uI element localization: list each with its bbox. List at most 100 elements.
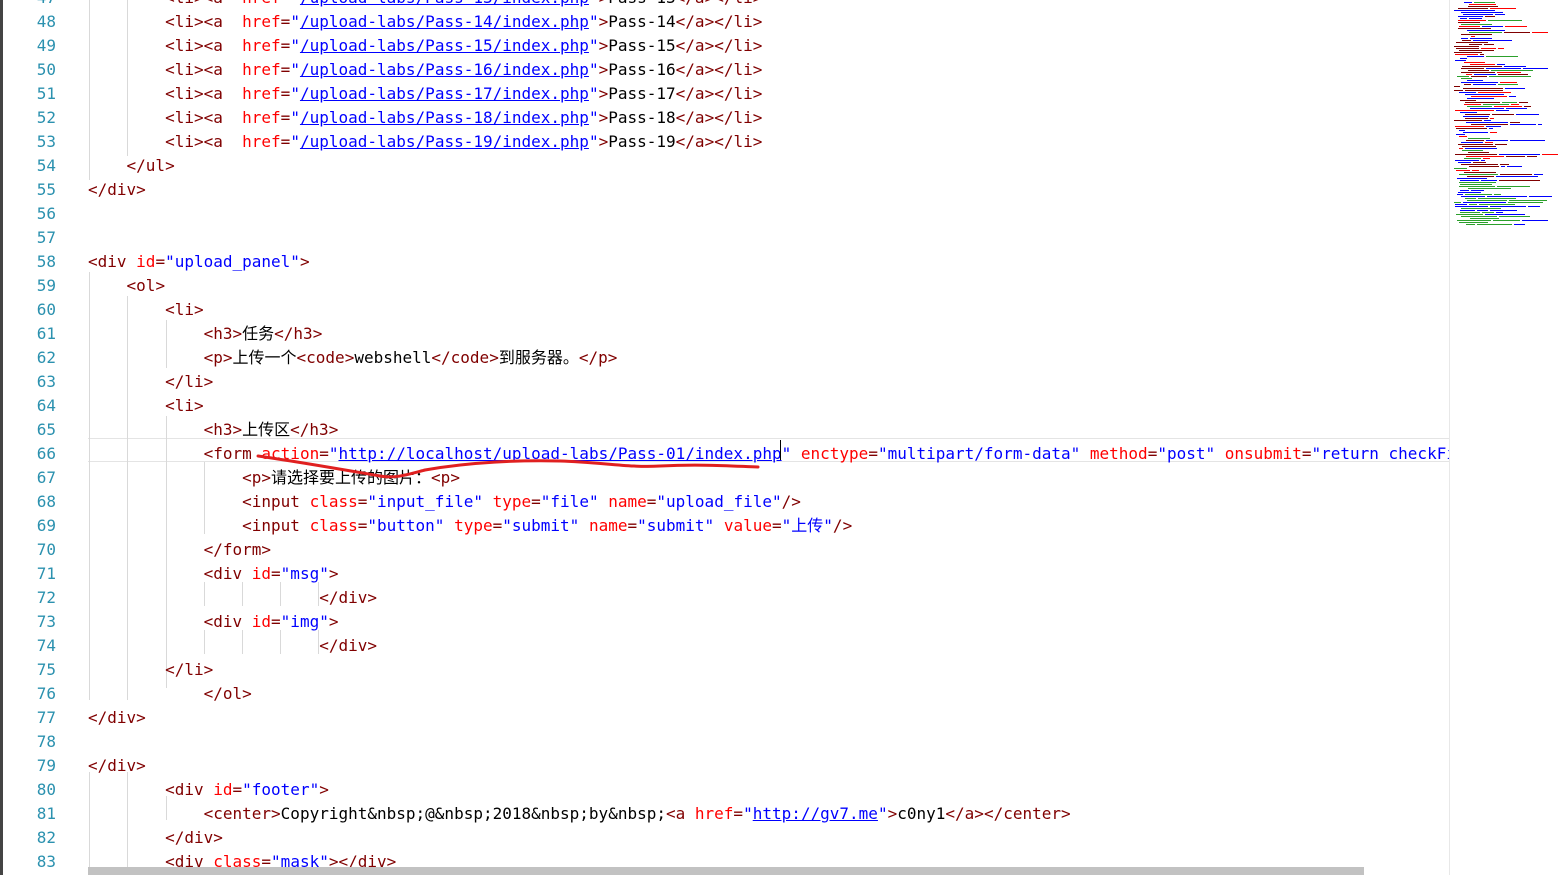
line-number: 78 xyxy=(36,732,56,751)
line-number: 60 xyxy=(36,300,56,319)
code-line[interactable]: 80 <div id="footer"> xyxy=(0,778,1449,802)
minimap-stroke xyxy=(1464,2,1472,3)
code-line[interactable]: 70 </form> xyxy=(0,538,1449,562)
code-line[interactable]: 54 </ul> xyxy=(0,154,1449,178)
code-line[interactable]: 63 </li> xyxy=(0,370,1449,394)
minimap-stroke xyxy=(1519,102,1528,103)
code-line[interactable]: 77 </div> xyxy=(0,706,1449,730)
minimap-stroke xyxy=(1501,166,1505,167)
code-text: <input class="button" type="submit" name… xyxy=(242,516,853,535)
minimap-stroke xyxy=(1462,150,1483,151)
minimap-stroke xyxy=(1493,220,1520,221)
code-line[interactable]: 53 <li><a href="/upload-labs/Pass-19/ind… xyxy=(0,130,1449,154)
minimap-stroke xyxy=(1463,202,1506,203)
code-line[interactable]: 69 <input class="button" type="submit" n… xyxy=(0,514,1449,538)
code-line[interactable]: 60 <li> xyxy=(0,298,1449,322)
minimap-stroke xyxy=(1490,206,1526,207)
horizontal-scrollbar[interactable] xyxy=(88,867,1364,875)
minimap-stroke xyxy=(1500,82,1517,83)
minimap-stroke xyxy=(1496,176,1538,177)
code-line[interactable]: 81 <center>Copyright&nbsp;@&nbsp;2018&nb… xyxy=(0,802,1449,826)
code-line[interactable]: 51 <li><a href="/upload-labs/Pass-17/ind… xyxy=(0,82,1449,106)
line-number: 82 xyxy=(36,828,56,847)
minimap-stroke xyxy=(1460,18,1467,19)
code-line[interactable]: 78 xyxy=(0,730,1449,754)
minimap-stroke xyxy=(1538,124,1542,125)
minimap-stroke xyxy=(1459,26,1480,27)
code-line[interactable]: 73 <div id="img"> xyxy=(0,610,1449,634)
minimap-stroke xyxy=(1471,190,1484,191)
line-number: 51 xyxy=(36,84,56,103)
minimap-stroke xyxy=(1457,76,1469,77)
code-text: </div> xyxy=(319,636,377,655)
minimap-stroke xyxy=(1461,216,1497,217)
minimap-stroke xyxy=(1528,206,1540,207)
minimap-stroke xyxy=(1497,72,1521,73)
minimap-stroke xyxy=(1497,64,1505,65)
minimap-stroke xyxy=(1489,128,1493,129)
minimap-stroke xyxy=(1461,68,1484,69)
code-line[interactable]: 56 xyxy=(0,202,1449,226)
code-line[interactable]: 65 <h3>上传区</h3> xyxy=(0,418,1449,442)
code-line[interactable]: 72 </div> xyxy=(0,586,1449,610)
code-text: </ol> xyxy=(203,684,252,703)
code-line[interactable]: 48 <li><a href="/upload-labs/Pass-14/ind… xyxy=(0,10,1449,34)
code-line[interactable]: 67 <p>请选择要上传的图片：<p> xyxy=(0,466,1449,490)
minimap-stroke xyxy=(1508,202,1543,203)
minimap-stroke xyxy=(1466,74,1472,75)
code-line[interactable]: 52 <li><a href="/upload-labs/Pass-18/ind… xyxy=(0,106,1449,130)
minimap-stroke xyxy=(1470,218,1499,219)
code-minimap[interactable] xyxy=(1449,0,1563,875)
code-line[interactable]: 74 </div> xyxy=(0,634,1449,658)
minimap-stroke xyxy=(1469,166,1499,167)
code-line[interactable]: 59 <ol> xyxy=(0,274,1449,298)
code-line[interactable]: 64 <li> xyxy=(0,394,1449,418)
minimap-stroke xyxy=(1523,68,1548,69)
line-number: 83 xyxy=(36,852,56,871)
code-line[interactable]: 62 <p>上传一个<code>webshell</code>到服务器。</p> xyxy=(0,346,1449,370)
line-number: 56 xyxy=(36,204,56,223)
minimap-stroke xyxy=(1480,54,1484,55)
code-text: </div> xyxy=(165,828,223,847)
code-editor[interactable]: 47 <li><a href="/upload-labs/Pass-13/ind… xyxy=(0,0,1449,875)
code-line[interactable]: 47 <li><a href="/upload-labs/Pass-13/ind… xyxy=(0,0,1449,10)
minimap-stroke xyxy=(1478,92,1511,93)
minimap-stroke xyxy=(1460,184,1492,185)
code-line[interactable]: 50 <li><a href="/upload-labs/Pass-16/ind… xyxy=(0,58,1449,82)
code-line[interactable]: 49 <li><a href="/upload-labs/Pass-15/ind… xyxy=(0,34,1449,58)
minimap-stroke xyxy=(1457,220,1491,221)
code-text: </form> xyxy=(203,540,272,559)
code-line[interactable]: 68 <input class="input_file" type="file"… xyxy=(0,490,1449,514)
code-line[interactable]: 57 xyxy=(0,226,1449,250)
minimap-stroke xyxy=(1461,38,1468,39)
code-line[interactable]: 55 </div> xyxy=(0,178,1449,202)
code-line[interactable]: 82 </div> xyxy=(0,826,1449,850)
minimap-stroke xyxy=(1459,92,1476,93)
line-number: 70 xyxy=(36,540,56,559)
code-line[interactable]: 76 </ol> xyxy=(0,682,1449,706)
line-number: 48 xyxy=(36,12,56,31)
minimap-stroke xyxy=(1471,96,1507,97)
minimap-stroke xyxy=(1482,26,1503,27)
code-text: <li><a href="/upload-labs/Pass-13/index.… xyxy=(88,0,762,10)
minimap-stroke xyxy=(1504,32,1530,33)
code-line[interactable]: 58 <div id="upload_panel"> xyxy=(0,250,1449,274)
minimap-stroke xyxy=(1462,40,1471,41)
minimap-stroke xyxy=(1505,88,1525,89)
minimap-stroke xyxy=(1472,170,1479,171)
minimap-stroke xyxy=(1527,156,1537,157)
minimap-stroke xyxy=(1486,126,1501,127)
line-number: 69 xyxy=(36,516,56,535)
minimap-stroke xyxy=(1483,104,1509,105)
code-line[interactable]: 71 <div id="msg"> xyxy=(0,562,1449,586)
minimap-stroke xyxy=(1461,208,1501,209)
code-text: </div> xyxy=(88,708,146,727)
code-line[interactable]: 75 </li> xyxy=(0,658,1449,682)
minimap-stroke xyxy=(1491,70,1533,71)
code-line[interactable]: 66 <form action="http://localhost/upload… xyxy=(0,442,1449,466)
code-text: </div> xyxy=(88,180,146,199)
code-line[interactable]: 61 <h3>任务</h3> xyxy=(0,322,1449,346)
code-line[interactable]: 79 </div> xyxy=(0,754,1449,778)
minimap-stroke xyxy=(1481,160,1485,161)
minimap-stroke xyxy=(1454,52,1482,53)
